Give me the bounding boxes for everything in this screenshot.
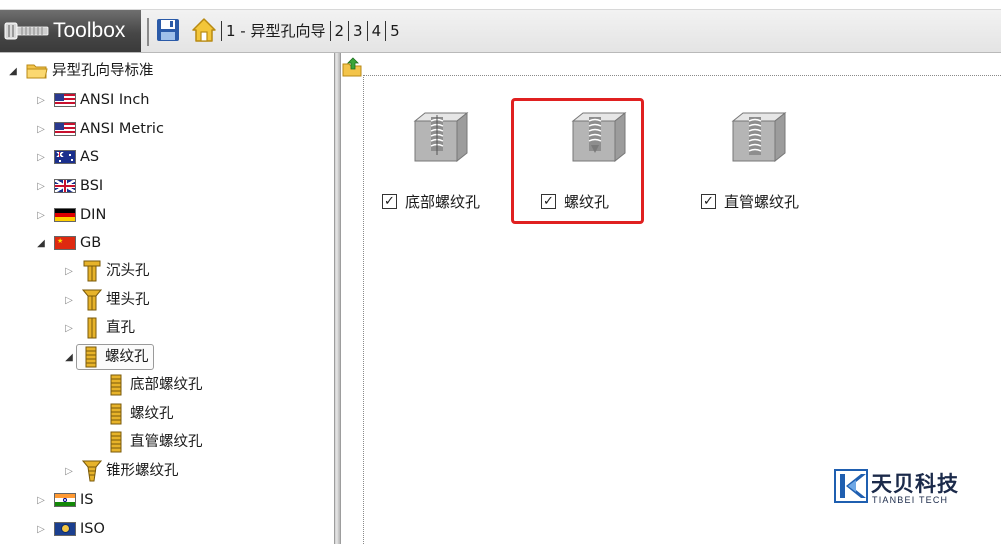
tree-node-ansi-metric[interactable]: ▷ ANSI Metric [34,117,164,141]
tree-node-din[interactable]: ▷ DIN [34,203,106,227]
collapsed-arrow-icon[interactable]: ▷ [34,522,48,536]
tree-node-countersink[interactable]: ▷ 埋头孔 [62,288,150,312]
breadcrumb-step-1[interactable]: 1 - 异型孔向导 [222,21,330,41]
breadcrumb-step-2[interactable]: 2 [331,21,349,41]
expand-arrow-icon[interactable]: ◢ [34,236,48,250]
tree-node-bottoming-tapped[interactable]: 底部螺纹孔 [106,373,203,397]
toolbar-separator [147,18,149,46]
tapped-hole-icon [110,403,122,425]
tapped-hole-icon [110,374,122,396]
selected-node[interactable]: 螺纹孔 [76,344,154,370]
tree-label-bottoming-tapped: 底部螺纹孔 [130,377,203,393]
standards-tree: ◢ 异型孔向导标准 ▷ ANSI Inch ▷ ANSI Metric ▷ AS… [0,53,334,544]
tapped-hole-icon [110,431,122,453]
tree-label-countersink: 埋头孔 [106,292,150,308]
collapsed-arrow-icon[interactable]: ▷ [62,464,76,478]
tree-node-tapped-hole[interactable]: 螺纹孔 [106,402,174,426]
germany-flag-icon [54,208,76,222]
tree-label-is: IS [80,492,94,508]
bolt-icon [4,22,49,40]
tree-label-straight: 直孔 [106,320,135,336]
logo-english-text: TIANBEI TECH [872,495,949,505]
tree-node-iso[interactable]: ▷ ISO [34,517,105,541]
breadcrumb-step-3[interactable]: 3 [349,21,367,41]
collapsed-arrow-icon[interactable]: ▷ [62,293,76,307]
pipe-tapped-hole-icon[interactable] [729,109,789,165]
tapered-hole-icon [82,460,102,482]
us-flag-icon [54,122,76,136]
collapsed-arrow-icon[interactable]: ▷ [34,122,48,136]
tree-node-root[interactable]: ◢ 异型孔向导标准 [6,59,154,83]
collapsed-arrow-icon[interactable]: ▷ [62,321,76,335]
gallery-border-left [363,75,364,544]
toolbox-tab[interactable]: Toolbox [0,10,141,52]
collapsed-arrow-icon[interactable]: ▷ [34,179,48,193]
tree-node-is[interactable]: ▷ IS [34,488,93,512]
tree-label-root: 异型孔向导标准 [52,63,154,79]
tree-label-pipe-tapped: 直管螺纹孔 [130,434,203,450]
tree-label-tapered-tapped: 锥形螺纹孔 [106,463,179,479]
tree-node-straight[interactable]: ▷ 直孔 [62,316,135,340]
collapsed-arrow-icon[interactable]: ▷ [34,493,48,507]
pipe-tapped-option[interactable]: ✓ 直管螺纹孔 [701,191,799,212]
toolbox-title: Toolbox [53,19,126,42]
tree-node-as[interactable]: ▷ AS [34,145,99,169]
company-logo: 天贝科技 TIANBEI TECH [834,465,974,509]
highlight-annotation [511,98,644,224]
collapsed-arrow-icon[interactable]: ▷ [34,208,48,222]
breadcrumb-step-5[interactable]: 5 [386,21,404,41]
iso-globe-icon [54,522,76,536]
us-flag-icon [54,93,76,107]
up-folder-icon[interactable] [341,56,363,78]
tree-node-pipe-tapped[interactable]: 直管螺纹孔 [106,430,203,454]
expand-arrow-icon[interactable]: ◢ [62,350,76,364]
tapped-hole-icon [85,346,97,368]
tree-node-gb[interactable]: ◢ ★ GB [34,231,101,255]
collapsed-arrow-icon[interactable]: ▷ [34,93,48,107]
folder-icon [26,64,48,79]
tree-label-ansi-inch: ANSI Inch [80,92,150,108]
tree-node-ansi-inch[interactable]: ▷ ANSI Inch [34,88,149,112]
india-flag-icon [54,493,76,507]
panel-splitter[interactable] [334,53,341,544]
straight-hole-icon [87,317,97,339]
australia-flag-icon [54,150,76,164]
bottoming-tapped-label: 底部螺纹孔 [405,193,481,211]
tree-label-iso: ISO [80,521,105,537]
tree-label-ansi-metric: ANSI Metric [80,121,164,137]
tree-label-as: AS [80,149,100,165]
uk-flag-icon [54,179,76,193]
expand-arrow-icon[interactable]: ◢ [6,64,20,78]
tree-label-bsi: BSI [80,178,104,194]
tree-label-gb: GB [80,235,102,251]
collapsed-arrow-icon[interactable]: ▷ [62,264,76,278]
hole-type-gallery: ✓ 底部螺纹孔 ✓ 螺纹孔 ✓ 直管螺纹孔 天贝科技 TIANBEI TECH [341,53,1001,544]
breadcrumb: 1 - 异型孔向导 2 3 4 5 [221,20,404,42]
breadcrumb-step-4[interactable]: 4 [368,21,386,41]
logo-chinese-text: 天贝科技 [871,472,959,496]
tree-label-counterbore: 沉头孔 [106,263,150,279]
china-flag-icon: ★ [54,236,76,250]
tree-node-counterbore[interactable]: ▷ 沉头孔 [62,259,150,283]
bottoming-tapped-checkbox[interactable]: ✓ [382,194,397,209]
pipe-tapped-label: 直管螺纹孔 [724,193,800,211]
gallery-border-top [363,75,1001,76]
tree-node-bsi[interactable]: ▷ BSI [34,174,103,198]
counterbore-hole-icon [83,260,101,282]
countersink-hole-icon [82,289,102,311]
toolbar: Toolbox 1 - 异型孔向导 2 3 4 5 [0,10,1001,53]
logo-mark-icon [834,469,868,503]
bottoming-tapped-option[interactable]: ✓ 底部螺纹孔 [382,191,480,212]
home-icon[interactable] [190,16,218,44]
pipe-tapped-checkbox[interactable]: ✓ [701,194,716,209]
tree-node-tapered-tapped[interactable]: ▷ 锥形螺纹孔 [62,459,179,483]
bottoming-tapped-hole-icon[interactable] [411,109,471,165]
tree-label-tapped: 螺纹孔 [105,349,149,365]
collapsed-arrow-icon[interactable]: ▷ [34,150,48,164]
tree-label-tapped-hole: 螺纹孔 [130,406,174,422]
save-icon[interactable] [155,17,181,43]
tree-label-din: DIN [80,207,107,223]
window-top-strip [0,0,1001,10]
tree-node-tapped[interactable]: ◢ 螺纹孔 [62,344,154,370]
